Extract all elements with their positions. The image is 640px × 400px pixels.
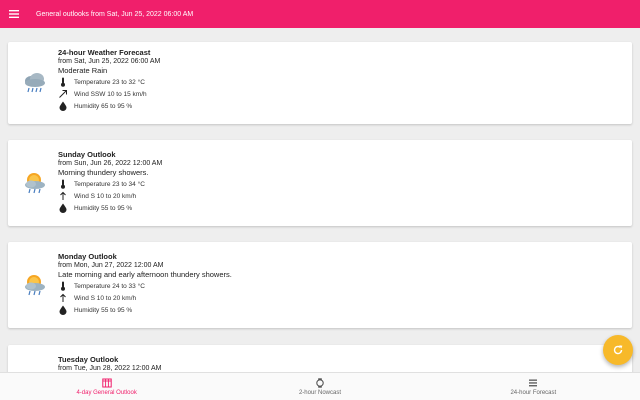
humidity-row: Humidity 55 to 95 % <box>58 202 162 214</box>
wind-row: Wind S 10 to 20 km/h <box>58 292 232 304</box>
humidity-drop-icon <box>59 203 67 213</box>
refresh-button[interactable] <box>603 335 633 365</box>
humidity-text: Humidity 55 to 95 % <box>74 204 133 212</box>
card-description: Morning thundery showers. <box>58 168 149 177</box>
list-icon <box>529 379 538 386</box>
humidity-drop-icon <box>59 101 67 111</box>
forecast-card-tuesday[interactable]: Tuesday Outlook from Tue, Jun 28, 2022 1… <box>8 345 632 372</box>
card-description: Moderate Rain <box>58 66 108 75</box>
forecast-card-monday[interactable]: Monday Outlook from Mon, Jun 27, 2022 12… <box>8 242 632 328</box>
card-title: Tuesday Outlook <box>58 355 119 364</box>
temperature-row: Temperature 23 to 34 °C <box>58 178 162 190</box>
wind-arrow-icon <box>60 293 66 302</box>
menu-button[interactable] <box>0 0 28 28</box>
refresh-icon <box>613 345 623 355</box>
thermometer-icon <box>61 77 65 87</box>
card-title: Monday Outlook <box>58 252 117 261</box>
humidity-text: Humidity 65 to 95 % <box>74 102 133 110</box>
wind-arrow-icon <box>60 191 66 200</box>
card-description: Late morning and early afternoon thunder… <box>58 270 232 279</box>
humidity-text: Humidity 55 to 95 % <box>74 306 133 314</box>
humidity-drop-icon <box>59 305 67 315</box>
nav-4day-outlook[interactable]: 4-day General Outlook <box>0 373 213 400</box>
wind-text: Wind S 10 to 20 km/h <box>74 192 137 200</box>
wind-row: Wind SSW 10 to 15 km/h <box>58 88 160 100</box>
wind-text: Wind S 10 to 20 km/h <box>74 294 137 302</box>
temperature-row: Temperature 24 to 33 °C <box>58 280 232 292</box>
nav-label: 2-hour Nowcast <box>298 389 341 396</box>
thermometer-icon <box>61 281 65 291</box>
nav-label: 4-day General Outlook <box>76 389 137 396</box>
menu-icon <box>9 10 19 18</box>
nav-24hour-forecast[interactable]: 24-hour Forecast <box>427 373 640 400</box>
watch-icon <box>316 377 324 388</box>
forecast-card-sunday[interactable]: Sunday Outlook from Sun, Jun 26, 2022 12… <box>8 140 632 226</box>
card-title: 24-hour Weather Forecast <box>58 48 151 57</box>
bottom-navigation: 4-day General Outlook 2-hour Nowcast 24-… <box>0 372 640 400</box>
wind-row: Wind S 10 to 20 km/h <box>58 190 162 202</box>
rain-cloud-icon <box>25 73 45 93</box>
card-from: from Sun, Jun 26, 2022 12:00 AM <box>58 160 163 167</box>
temperature-text: Temperature 23 to 32 °C <box>74 78 145 86</box>
app-bar: General outlooks from Sat, Jun 25, 2022 … <box>0 0 640 28</box>
card-from: from Sat, Jun 25, 2022 06:00 AM <box>58 58 161 65</box>
temperature-text: Temperature 24 to 33 °C <box>74 282 145 290</box>
nav-label: 24-hour Forecast <box>510 389 557 396</box>
calendar-icon <box>101 378 112 387</box>
temperature-text: Temperature 23 to 34 °C <box>74 180 145 188</box>
nav-2hour-nowcast[interactable]: 2-hour Nowcast <box>213 373 426 400</box>
forecast-card-24h[interactable]: 24-hour Weather Forecast from Sat, Jun 2… <box>8 42 632 124</box>
humidity-row: Humidity 65 to 95 % <box>58 100 160 112</box>
sun-cloud-rain-icon <box>25 173 45 194</box>
temperature-row: Temperature 23 to 32 °C <box>58 76 160 88</box>
wind-text: Wind SSW 10 to 15 km/h <box>74 90 147 98</box>
wind-arrow-icon <box>59 90 67 98</box>
thermometer-icon <box>61 179 65 189</box>
humidity-row: Humidity 55 to 95 % <box>58 304 232 316</box>
page-title: General outlooks from Sat, Jun 25, 2022 … <box>36 10 194 18</box>
outlook-list[interactable]: 24-hour Weather Forecast from Sat, Jun 2… <box>0 28 640 372</box>
card-title: Sunday Outlook <box>58 150 116 159</box>
sun-cloud-rain-icon <box>25 275 45 296</box>
card-from: from Tue, Jun 28, 2022 12:00 AM <box>58 365 162 372</box>
card-from: from Mon, Jun 27, 2022 12:00 AM <box>58 262 164 269</box>
